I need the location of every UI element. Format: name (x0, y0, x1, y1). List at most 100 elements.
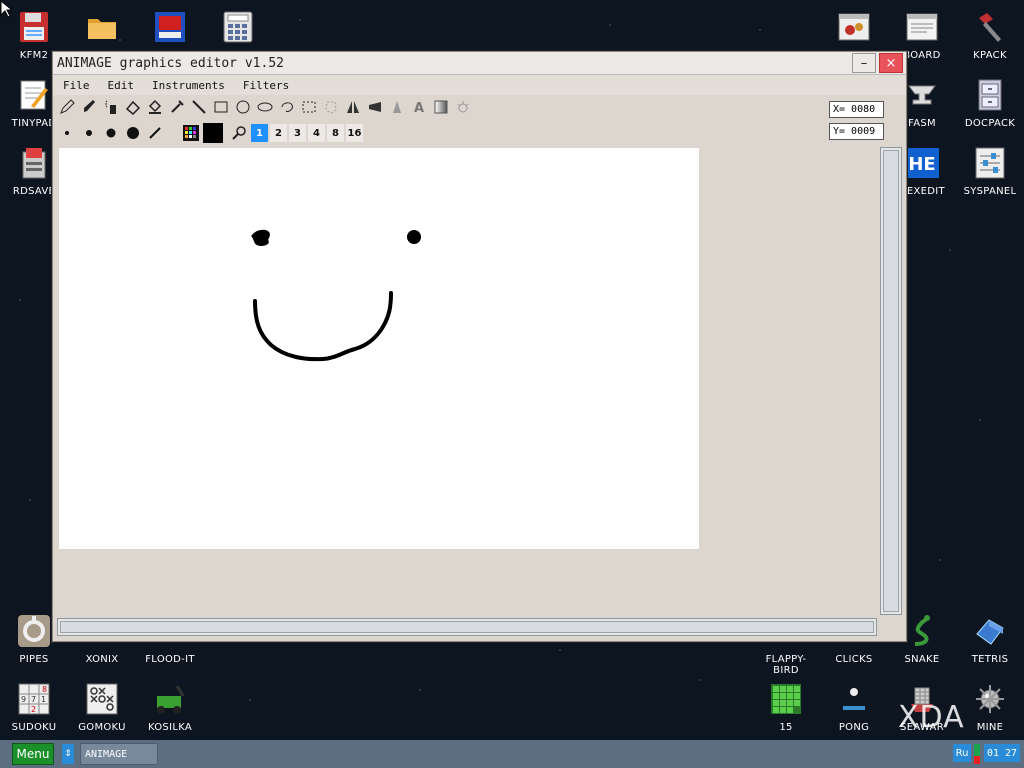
size-1-button[interactable]: 1 (251, 124, 268, 142)
svg-text:9: 9 (21, 695, 26, 704)
icon-label: SYSPANEL (963, 186, 1017, 197)
icon-label: KPACK (973, 50, 1007, 61)
close-button[interactable]: × (879, 53, 903, 73)
horizontal-scrollbar[interactable] (57, 618, 877, 636)
desktop-icon-pong[interactable]: PONG (822, 682, 886, 733)
menu-instruments[interactable]: Instruments (152, 79, 225, 92)
desktop-icon-gomoku[interactable]: GOMOKU (70, 682, 134, 733)
size-8-button[interactable]: 8 (327, 124, 344, 142)
pencil-tool-icon[interactable] (57, 97, 77, 117)
selection-tool-icon[interactable] (299, 97, 319, 117)
horizontal-scroll-thumb[interactable] (60, 621, 874, 633)
vertical-scroll-thumb[interactable] (883, 150, 899, 612)
menu-filters[interactable]: Filters (243, 79, 289, 92)
bug-tool-icon[interactable] (453, 97, 473, 117)
brush-dot-xs-icon[interactable] (57, 123, 77, 143)
svg-text:8: 8 (42, 685, 47, 694)
desktop-icon-calculator[interactable] (206, 10, 270, 50)
menu-edit[interactable]: Edit (108, 79, 135, 92)
icon-label: KOSILKA (147, 722, 193, 733)
eraser-tool-icon[interactable] (123, 97, 143, 117)
eyedropper-tool-icon[interactable] (167, 97, 187, 117)
disk-save-icon (17, 146, 51, 180)
desktop-icon-syspanel[interactable]: SYSPANEL (958, 146, 1022, 197)
smiley-drawing (251, 229, 421, 362)
zoom-tool-icon[interactable] (229, 123, 249, 143)
perspective-tool-icon[interactable] (365, 97, 385, 117)
language-indicator[interactable]: Ru (953, 744, 971, 762)
svg-text:HE: HE (908, 154, 935, 175)
svg-text:2: 2 (31, 705, 36, 714)
flip-tool-icon[interactable] (343, 97, 363, 117)
brush-dot-lg-icon[interactable] (123, 123, 143, 143)
drawing-canvas[interactable] (59, 148, 699, 549)
line-tool-icon[interactable] (189, 97, 209, 117)
desktop-icon-15[interactable]: 15 (754, 682, 818, 733)
lasso-tool-icon[interactable] (277, 97, 297, 117)
folder-icon (85, 10, 119, 44)
desktop-icon-kosilka[interactable]: KOSILKA (138, 682, 202, 733)
hex-icon: HE (905, 146, 939, 180)
anvil-icon (905, 78, 939, 112)
start-menu-button[interactable]: Menu (12, 743, 54, 765)
fill-tool-icon[interactable] (145, 97, 165, 117)
desktop-icon-tetris[interactable]: TETRIS (958, 614, 1022, 665)
mouse-cursor-icon (0, 0, 12, 18)
notepad-icon (17, 78, 51, 112)
icon-label: SUDOKU (11, 722, 57, 733)
brush-slash-icon[interactable] (145, 123, 165, 143)
menu-bar: File Edit Instruments Filters (53, 75, 906, 95)
pong-icon (837, 682, 871, 716)
activity-indicator (974, 744, 980, 764)
brush-dot-md-icon[interactable] (101, 123, 121, 143)
menu-file[interactable]: File (63, 79, 90, 92)
hammer-icon (973, 10, 1007, 44)
tools-toolbar: A (57, 96, 475, 118)
gomoku-icon (85, 682, 119, 716)
circle-tool-icon[interactable] (233, 97, 253, 117)
brush-tool-icon[interactable] (79, 97, 99, 117)
switch-windows-icon[interactable]: ⇕ (62, 744, 74, 764)
bug-icon (837, 10, 871, 44)
desktop-icon-kpack[interactable]: KPACK (958, 10, 1022, 61)
calculator-icon (221, 10, 255, 44)
ellipse-tool-icon[interactable] (255, 97, 275, 117)
icon-label: XONIX (85, 654, 119, 665)
pipes-icon (17, 614, 51, 648)
desktop-icon-sudoku[interactable]: 8 9712 SUDOKU (2, 682, 66, 733)
vertical-scrollbar[interactable] (880, 147, 902, 615)
skew-tool-icon[interactable] (387, 97, 407, 117)
size-2-button[interactable]: 2 (270, 124, 287, 142)
gradient-tool-icon[interactable] (431, 97, 451, 117)
svg-text:1: 1 (41, 695, 46, 704)
size-16-button[interactable]: 16 (346, 124, 363, 142)
minimize-button[interactable]: – (852, 53, 876, 73)
icon-label: PIPES (19, 654, 49, 665)
taskbar-item-animage[interactable]: ANIMAGE (80, 743, 158, 765)
clock: 01 27 (984, 744, 1020, 762)
size-4-button[interactable]: 4 (308, 124, 325, 142)
desktop-icon-screen[interactable] (138, 10, 202, 50)
grid-puzzle-icon (769, 682, 803, 716)
size-3-button[interactable]: 3 (289, 124, 306, 142)
desktop-icon-folder[interactable] (70, 10, 134, 50)
palette-icon[interactable] (181, 123, 201, 143)
rectangle-tool-icon[interactable] (211, 97, 231, 117)
icon-label: SNAKE (904, 654, 940, 665)
icon-label: CLICKS (835, 654, 873, 665)
desktop-icon-bugs[interactable] (822, 10, 886, 50)
text-tool-icon[interactable]: A (409, 97, 429, 117)
watermark-text: XDA (898, 700, 965, 735)
title-bar[interactable]: ANIMAGE graphics editor v1.52 – × (53, 52, 906, 75)
icon-label: FLAPPY-BIRD (765, 654, 807, 676)
x-coordinate-display: X= 0080 (829, 101, 884, 118)
brush-dot-sm-icon[interactable] (79, 123, 99, 143)
sliders-icon (973, 146, 1007, 180)
desktop-icon-docpack[interactable]: DOCPACK (958, 78, 1022, 129)
watermark-logo: XDA (898, 700, 994, 736)
current-color-swatch[interactable] (203, 123, 223, 143)
spray-tool-icon[interactable] (101, 97, 121, 117)
icon-label: FLOOD-IT (145, 654, 195, 665)
board-icon (905, 10, 939, 44)
shape-select-tool-icon[interactable] (321, 97, 341, 117)
